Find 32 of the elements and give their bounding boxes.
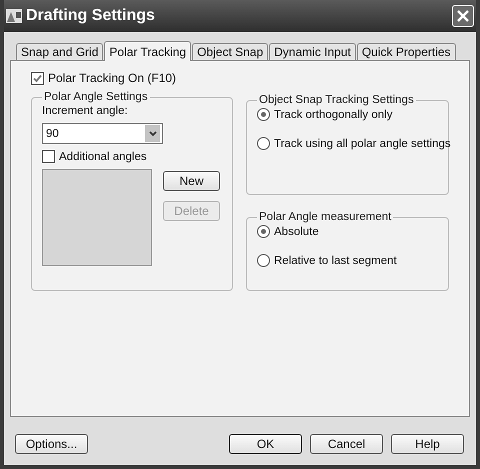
dialog-button[interactable]: Help — [391, 434, 464, 454]
radio-label: Track orthogonally only — [274, 108, 392, 120]
action-button[interactable]: New — [163, 171, 220, 191]
radio-label: Track using all polar angle settings — [274, 138, 451, 150]
radio-label: Relative to last segment — [274, 254, 397, 266]
field-label: Increment angle: — [42, 105, 129, 117]
radio-button[interactable] — [257, 225, 270, 238]
radio-button[interactable] — [257, 108, 270, 121]
radio-label: Absolute — [274, 226, 319, 238]
group-title: Polar Angle measurement — [258, 211, 392, 223]
app-icon — [6, 9, 22, 23]
group-title: Object Snap Tracking Settings — [258, 94, 415, 106]
checkbox-label: Additional angles — [59, 150, 147, 162]
checkbox[interactable] — [42, 150, 55, 163]
chevron-down-icon — [148, 130, 156, 136]
tab[interactable]: Polar Tracking — [104, 41, 192, 61]
increment-angle-dropdown[interactable]: 90 — [42, 123, 163, 144]
tab[interactable]: Quick Properties — [356, 43, 456, 60]
tab[interactable]: Object Snap — [192, 43, 268, 60]
checkbox[interactable] — [31, 72, 44, 84]
close-button[interactable] — [452, 5, 474, 27]
checkbox-label: Polar Tracking On (F10) — [48, 71, 176, 85]
close-icon — [457, 10, 469, 22]
group-title: Polar Angle Settings — [43, 91, 149, 103]
window-title: Drafting Settings — [26, 7, 156, 25]
radio-button[interactable] — [257, 254, 270, 267]
tab[interactable]: Snap and Grid — [16, 43, 104, 60]
options-button[interactable]: Options... — [15, 434, 88, 454]
dialog-button[interactable]: Cancel — [310, 434, 383, 454]
radio-button[interactable] — [257, 137, 270, 150]
tab[interactable]: Dynamic Input — [269, 43, 356, 60]
dialog-button[interactable]: OK — [229, 434, 302, 454]
